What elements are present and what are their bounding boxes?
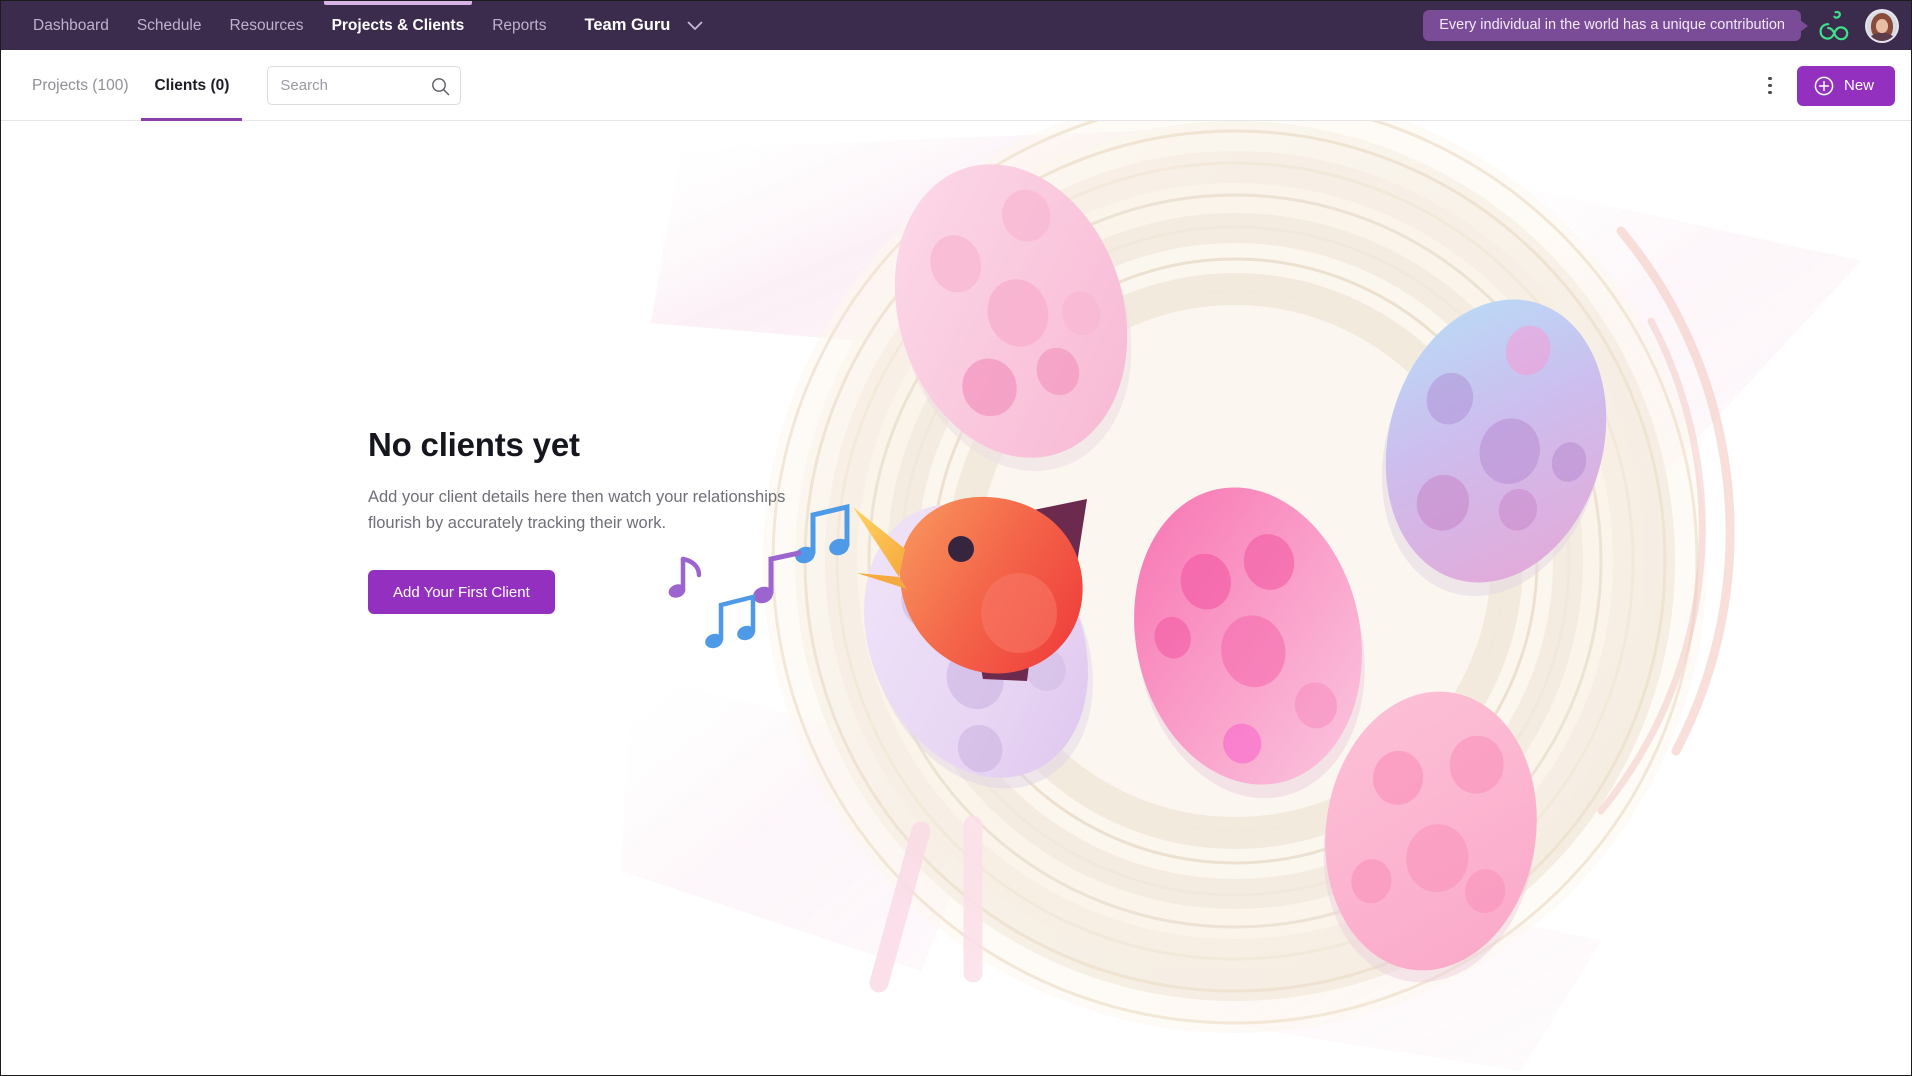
infinity-mascot-icon[interactable] [1813,7,1855,45]
tab-clients[interactable]: Clients (0) [141,50,243,121]
tab-projects[interactable]: Projects (100) [19,50,141,121]
tip-bubble: Every individual in the world has a uniq… [1423,9,1808,42]
application-window: Dashboard Schedule Resources Projects & … [0,0,1912,1076]
top-navigation-bar: Dashboard Schedule Resources Projects & … [1,1,1911,50]
team-name-label: Team Guru [584,16,671,34]
toolbar-actions: New [1757,50,1895,121]
nav-item-label: Schedule [136,17,202,34]
singing-bird [853,496,1087,681]
nav-item-label: Reports [492,17,547,34]
primary-nav-items: Dashboard Schedule Resources Projects & … [19,1,561,50]
empty-state-description: Add your client details here then watch … [368,488,786,532]
team-switcher[interactable]: Team Guru [561,1,683,50]
kebab-dot [1768,90,1772,94]
add-first-client-button[interactable]: Add Your First Client [368,570,555,615]
kebab-dot [1768,83,1772,88]
new-button-label: New [1843,77,1874,94]
search-input[interactable] [268,66,461,104]
new-button[interactable]: New [1796,65,1895,106]
kebab-menu-icon[interactable] [1757,71,1783,101]
plus-circle-icon [1814,76,1834,96]
avatar-body [1870,32,1894,41]
content-toolbar: Projects (100) Clients (0) Search New [1,50,1911,121]
tip-bubble-text: Every individual in the world has a uniq… [1439,16,1785,33]
search-field[interactable] [267,65,462,105]
nav-item-label: Dashboard [33,17,109,34]
avatar[interactable] [1867,10,1897,41]
top-navigation-right-cluster: Every individual in the world has a uniq… [1423,1,1897,50]
kebab-dot [1768,77,1772,81]
active-tab-underline [141,117,243,121]
avatar-face [1876,18,1888,33]
tab-label: Clients (0) [154,76,230,94]
empty-state: No clients yet Add your client details h… [368,426,838,615]
active-nav-indicator [323,1,473,5]
nav-item-label: Projects & Clients [331,17,465,34]
tab-bar: Projects (100) Clients (0) [19,50,243,121]
nav-item-projects-and-clients[interactable]: Projects & Clients [318,1,479,50]
nav-item-resources[interactable]: Resources [215,1,317,50]
nav-item-reports[interactable]: Reports [478,1,560,50]
empty-state-title: No clients yet [368,426,580,463]
content-area: No clients yet Add your client details h… [1,121,1911,1075]
nav-item-schedule[interactable]: Schedule [123,1,216,50]
tab-label: Projects (100) [32,76,129,94]
nav-item-label: Resources [229,17,304,34]
nav-item-dashboard[interactable]: Dashboard [19,1,123,50]
chevron-down-icon[interactable] [682,1,708,50]
